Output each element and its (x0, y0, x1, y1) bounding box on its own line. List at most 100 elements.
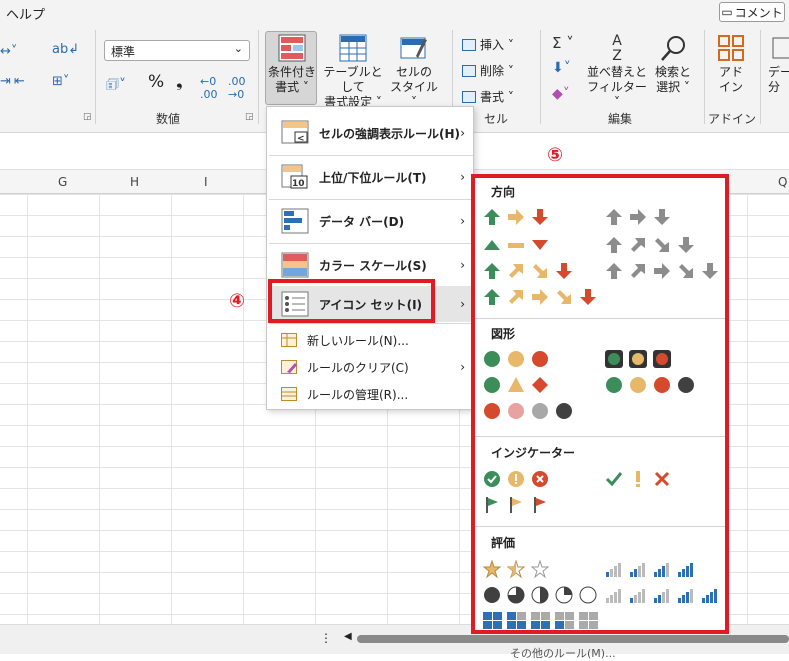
insert-cells-button[interactable]: 挿入 ˅ (462, 36, 514, 53)
merge-cells-icon[interactable]: ⊞˅ (52, 74, 69, 89)
menu-highlight-rules[interactable]: < セルの強調表示ルール(H) › (269, 117, 473, 149)
column-header-q[interactable]: Q (778, 175, 787, 189)
more-options-icon[interactable]: ⋮ (320, 631, 332, 645)
decrease-decimal-icon[interactable]: .00 →0 (228, 75, 246, 101)
tab-help[interactable]: ヘルプ (6, 4, 45, 23)
format-cells-button[interactable]: 書式 ˅ (462, 88, 514, 105)
yellow-triangle-icon (508, 377, 524, 392)
icon-set-5-arrows-colored[interactable] (483, 288, 597, 306)
increase-decimal-icon[interactable]: ←0.00 (200, 75, 218, 101)
icon-set-5-boxes[interactable] (483, 612, 599, 630)
icon-set-3-symbols[interactable] (605, 470, 671, 488)
icon-set-4-arrows-colored[interactable] (483, 262, 573, 280)
icon-set-red-to-black[interactable] (483, 402, 573, 420)
chevron-right-icon: › (460, 214, 465, 228)
signal-bars-2-icon (630, 563, 645, 577)
addins-button[interactable]: アド イン (712, 34, 750, 95)
icon-set-3-arrows-gray[interactable] (605, 208, 671, 226)
icon-set-5-quarters[interactable] (483, 586, 597, 604)
format-cells-icon (462, 90, 476, 103)
half-star-icon (507, 560, 525, 578)
arrow-up-icon (484, 263, 500, 279)
icon-set-3-stars[interactable] (483, 560, 549, 578)
icon-set-3-flags[interactable] (483, 496, 549, 514)
gray-circle-icon (532, 403, 548, 419)
delete-cells-button[interactable]: 削除 ˅ (462, 62, 514, 79)
red-circle-icon (484, 403, 500, 419)
red-rimmed-light-icon (653, 350, 671, 368)
format-cells-label: 書式 ˅ (480, 90, 514, 104)
icon-set-3-signs[interactable] (483, 376, 549, 394)
icon-sets-submenu: 方向 図形 インジケーター 評価 (471, 174, 729, 634)
icon-set-3-traffic-lights[interactable] (483, 350, 549, 368)
sort-filter-button[interactable]: AZ 並べ替えと フィルター ˅ (586, 34, 648, 110)
group-addin-label: アドイン (708, 112, 757, 126)
column-header-h[interactable]: H (130, 175, 139, 189)
pink-circle-icon (508, 403, 524, 419)
percent-button[interactable]: % (148, 72, 164, 92)
wrap-text-icon[interactable]: ab↲ (52, 42, 79, 57)
icon-set-3-triangles[interactable] (483, 236, 549, 254)
data-analysis-icon (772, 34, 789, 62)
increase-indent-icon[interactable]: ⇤ (14, 74, 25, 89)
number-format-select[interactable]: 標準 ⌄ (104, 40, 250, 61)
autosum-icon[interactable]: Σ ˅ (552, 34, 574, 52)
scroll-left-icon[interactable]: ◀ (344, 631, 352, 642)
menu-data-bars[interactable]: データ バー(D) › (269, 205, 473, 237)
indent-icon[interactable]: ↔˅ (0, 44, 17, 59)
addins-text-1: アド (718, 65, 743, 79)
top-bottom-rules-icon: 10 (281, 164, 309, 190)
menu-top-bottom-rules[interactable]: 10 上位/下位ルール(T) › (269, 161, 473, 193)
icon-set-3-arrows-colored[interactable] (483, 208, 549, 226)
chevron-right-icon: › (460, 360, 465, 374)
column-header-g[interactable]: G (58, 175, 67, 189)
menu-clear-rules[interactable]: ルールのクリア(C) › (269, 356, 473, 378)
icon-set-4-arrows-gray[interactable] (605, 236, 695, 254)
comma-button[interactable]: ❟ (176, 72, 183, 92)
number-launcher-icon[interactable]: ◲ (245, 112, 254, 122)
signal-bars-1-icon (630, 589, 645, 603)
decrease-indent-icon[interactable]: ⇥ (0, 74, 11, 89)
menu-item-label: データ バー(D) (319, 214, 405, 229)
icon-set-4-traffic-lights[interactable] (605, 376, 695, 394)
format-as-table-button[interactable]: テーブルとして 書式設定 ˅ (320, 34, 386, 110)
scrollbar-thumb[interactable] (357, 635, 789, 643)
data-bars-icon (281, 208, 309, 234)
comment-icon: ▭ (721, 5, 733, 19)
insert-cells-label: 挿入 ˅ (480, 38, 514, 52)
cell-styles-button[interactable]: セルの スタイル ˅ (388, 34, 440, 110)
icon-set-3-traffic-lights-rimmed[interactable] (605, 350, 671, 368)
menu-item-label: セルの強調表示ルール(H) (319, 126, 461, 141)
comment-button[interactable]: ▭ コメント (719, 2, 785, 22)
menu-manage-rules[interactable]: ルールの管理(R)... (269, 383, 473, 405)
red-circle-icon (532, 351, 548, 367)
icon-set-4-ratings[interactable] (605, 560, 695, 578)
group-edit-label: 編集 (608, 112, 633, 126)
icon-set-3-symbols-circled[interactable] (483, 470, 549, 488)
icon-set-5-ratings[interactable] (605, 586, 719, 604)
find-select-button[interactable]: 検索と 選択 ˅ (648, 34, 698, 95)
clear-icon[interactable]: ◆˅ (552, 86, 570, 102)
annotation-number-5: ⑤ (547, 144, 564, 166)
data-analysis-button[interactable]: デー 分 (768, 34, 789, 95)
more-rules-partial[interactable]: その他のルール(M)... (510, 645, 616, 661)
quarter-circle-icon (555, 586, 573, 604)
currency-icon[interactable]: 🗊˅ (106, 74, 126, 98)
delete-cells-label: 削除 ˅ (480, 64, 514, 78)
icon-set-5-arrows-gray[interactable] (605, 262, 719, 280)
half-circle-icon (531, 586, 549, 604)
x-icon (654, 471, 670, 487)
dash-icon (508, 243, 524, 248)
fill-icon[interactable]: ⬇˅ (552, 60, 571, 76)
menu-new-rule[interactable]: 新しいルール(N)... (269, 329, 473, 351)
data-analysis-text-1: デー (768, 65, 789, 79)
arrow-up-right-icon (509, 290, 523, 304)
arrow-down-icon (654, 209, 670, 225)
black-circle-icon (678, 377, 694, 393)
green-circle-icon (606, 377, 622, 393)
menu-color-scales[interactable]: カラー スケール(S) › (269, 249, 473, 281)
section-title-indicators: インジケーター (491, 446, 576, 460)
group-number-label: 数値 (156, 112, 181, 126)
alignment-launcher-icon[interactable]: ◲ (83, 112, 92, 122)
column-header-i[interactable]: I (204, 175, 208, 189)
